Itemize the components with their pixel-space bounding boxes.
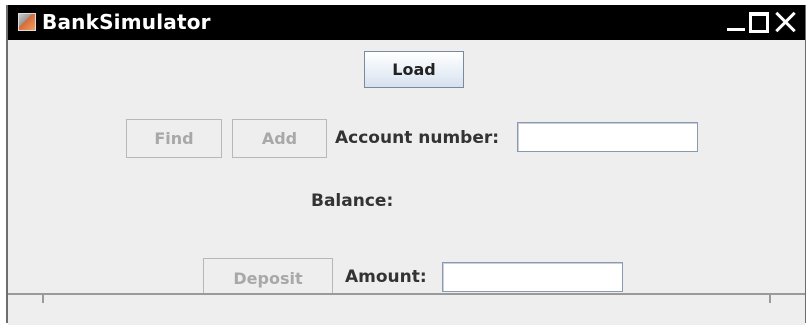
window-bottom-edge — [8, 293, 805, 325]
load-button[interactable]: Load — [364, 51, 464, 88]
close-icon[interactable] — [774, 10, 798, 34]
find-button[interactable]: Find — [126, 119, 222, 158]
minimize-icon[interactable] — [724, 10, 748, 34]
account-number-label: Account number: — [335, 128, 500, 148]
window-title: BankSimulator — [42, 10, 211, 34]
java-app-icon — [18, 13, 36, 31]
balance-label: Balance: — [311, 191, 394, 211]
title-bar[interactable]: BankSimulator — [8, 5, 805, 40]
account-number-field[interactable] — [517, 122, 698, 152]
maximize-icon[interactable] — [749, 12, 769, 33]
amount-label: Amount: — [345, 267, 427, 287]
deposit-button[interactable]: Deposit — [203, 258, 333, 298]
add-button[interactable]: Add — [232, 119, 327, 158]
bank-simulator-window: BankSimulator Load Find Add Account numb… — [6, 5, 806, 325]
amount-field[interactable] — [442, 262, 623, 292]
